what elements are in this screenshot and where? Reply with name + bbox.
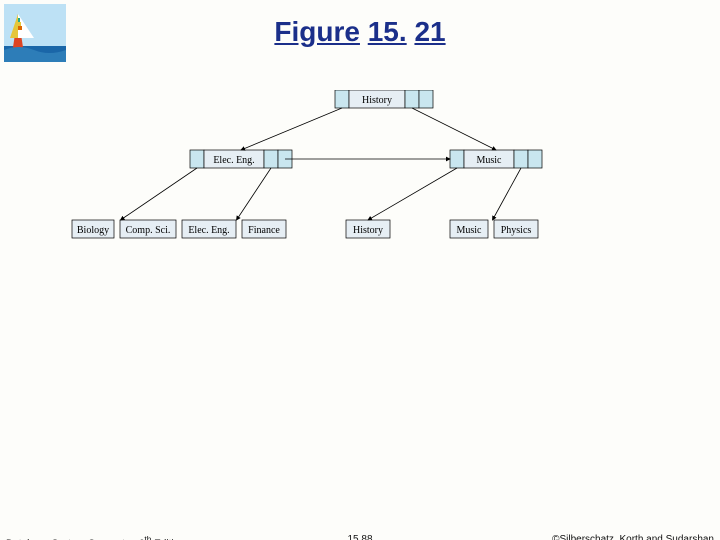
svg-text:Music: Music — [457, 225, 483, 236]
footer-copyright: ©Silberschatz, Korth and Sudarshan — [552, 534, 714, 540]
title-part-a: Figure — [274, 16, 360, 47]
btree-diagram: History Elec. Eng. Music Biology Comp. Sci. E… — [70, 90, 710, 270]
svg-text:History: History — [362, 95, 392, 106]
slide-title: Figure 15. 21 — [0, 16, 720, 48]
svg-text:Elec. Eng.: Elec. Eng. — [188, 225, 229, 236]
svg-text:Elec. Eng.: Elec. Eng. — [213, 155, 254, 166]
title-part-b: 15. — [368, 16, 407, 47]
svg-text:Finance: Finance — [248, 225, 280, 236]
slide: Figure 15. 21 History Elec. Eng. Music Biol… — [0, 0, 720, 540]
svg-text:History: History — [353, 225, 383, 236]
svg-text:Comp. Sci.: Comp. Sci. — [126, 225, 171, 236]
svg-text:Music: Music — [477, 155, 503, 166]
svg-text:Physics: Physics — [501, 225, 532, 236]
title-part-c: 21 — [414, 16, 445, 47]
svg-text:Biology: Biology — [77, 225, 109, 236]
